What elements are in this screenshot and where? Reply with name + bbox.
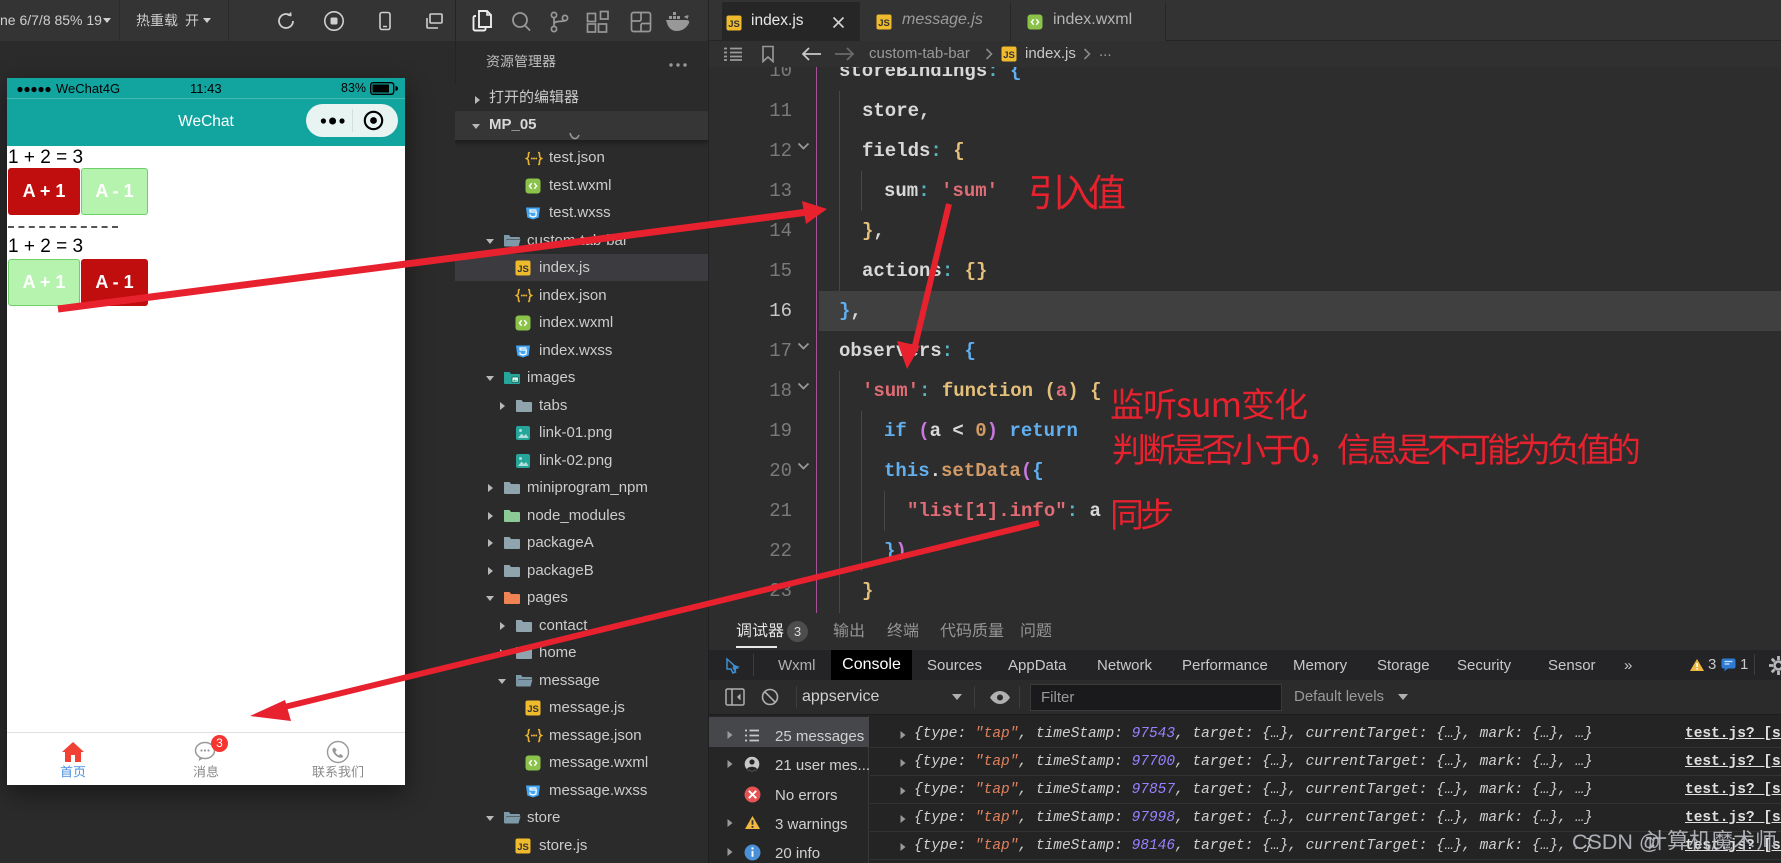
svg-text:JS: JS: [728, 19, 740, 30]
svg-text:JS: JS: [878, 18, 890, 29]
svg-text:JS: JS: [517, 264, 529, 275]
svg-text:JS: JS: [1003, 50, 1015, 61]
svg-text:JS: JS: [527, 704, 539, 715]
svg-text:JS: JS: [517, 842, 529, 853]
